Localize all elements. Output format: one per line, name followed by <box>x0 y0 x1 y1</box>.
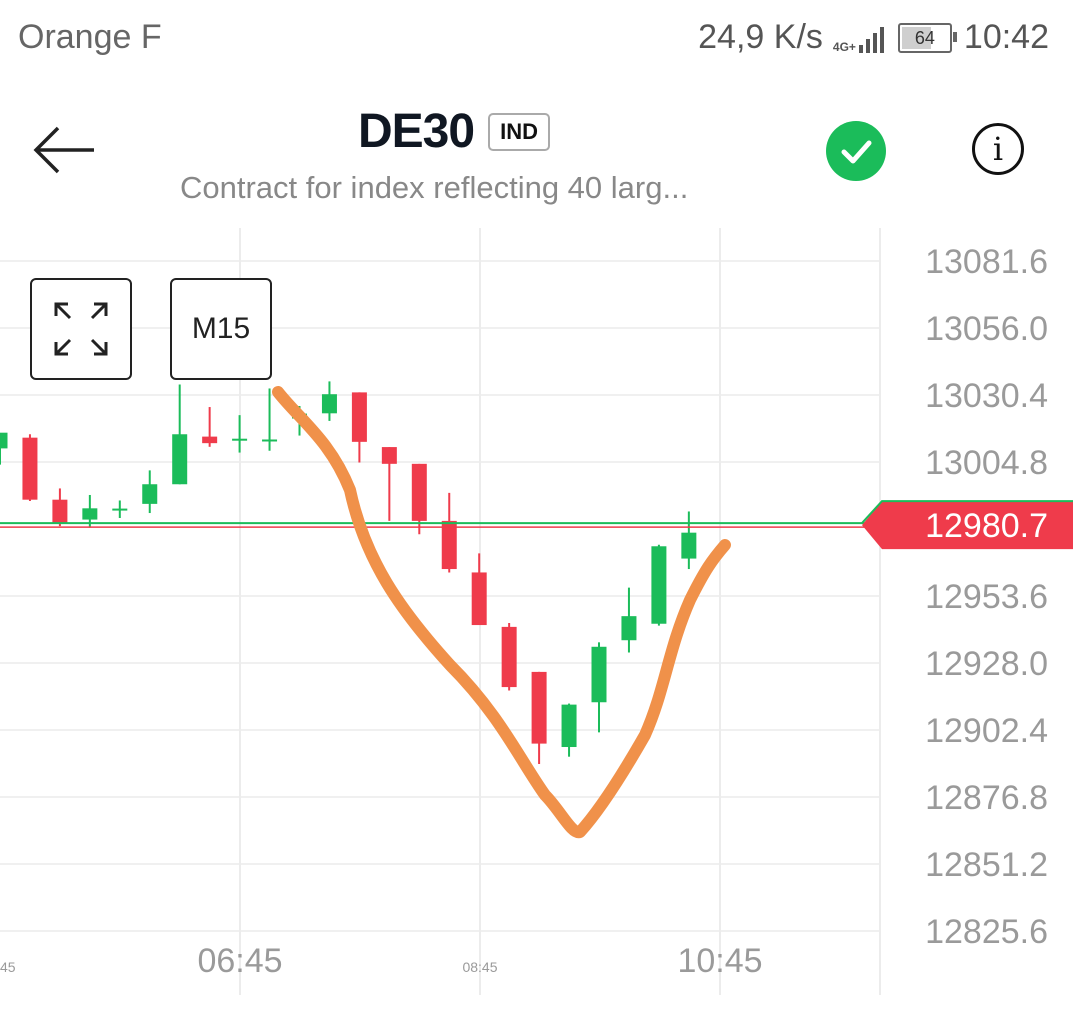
candle-body <box>22 437 38 500</box>
candle-body <box>561 704 577 748</box>
instrument-description: Contract for index reflecting 40 larg... <box>180 170 689 205</box>
candle-body <box>681 532 697 559</box>
y-tick-label: 13004.8 <box>925 444 1048 482</box>
candle-body <box>411 463 427 521</box>
candle-body <box>202 436 218 444</box>
y-tick-label: 13056.0 <box>925 310 1048 348</box>
candle-body <box>321 394 337 414</box>
candle-body <box>651 546 667 624</box>
page-title: DE30 <box>358 105 475 158</box>
candle-body <box>591 646 607 703</box>
back-arrow-icon <box>33 126 94 174</box>
y-tick-label: 12953.6 <box>925 578 1048 616</box>
y-tick-label: 13081.6 <box>925 243 1048 281</box>
candle-body <box>441 520 457 570</box>
candle-body <box>501 626 517 688</box>
candle-body <box>142 484 158 504</box>
x-tick-label: 08:45 <box>462 959 497 975</box>
candle-body <box>381 447 397 464</box>
candle-body <box>232 438 248 441</box>
status-bar: Orange F 24,9 K/s 4G+ 64 10:42 <box>0 0 1073 76</box>
instrument-type-badge: IND <box>488 112 550 151</box>
timeframe-button[interactable]: M15 <box>170 278 272 380</box>
candle-body <box>82 508 98 520</box>
fullscreen-button[interactable] <box>30 278 132 380</box>
x-tick-label: 06:45 <box>197 942 282 980</box>
battery-level: 64 <box>914 27 935 48</box>
expand-icon <box>54 302 108 356</box>
candle-body <box>0 432 8 449</box>
y-tick-label: 13030.4 <box>925 377 1048 415</box>
candle-body <box>262 439 278 442</box>
signal-icon: 4G+ <box>833 23 884 53</box>
y-tick-label: 12825.6 <box>925 913 1048 951</box>
back-button[interactable] <box>30 120 100 180</box>
info-button[interactable]: i <box>972 123 1024 175</box>
current-price-label: 12980.7 <box>925 507 1048 545</box>
price-chart[interactable]: 13081.6 13056.0 13030.4 13004.8 12953.6 12928… <box>0 228 1073 1010</box>
clock: 10:42 <box>963 18 1049 56</box>
x-tick-label: 45 <box>0 959 16 975</box>
candle-body <box>621 616 637 641</box>
candle-body <box>531 671 547 744</box>
candle-body <box>52 499 68 523</box>
carrier-name: Orange F <box>18 18 162 56</box>
y-tick-label: 12902.4 <box>925 712 1048 750</box>
candle-body <box>112 508 128 511</box>
market-open-check-icon <box>826 121 886 181</box>
y-tick-label: 12851.2 <box>925 846 1048 884</box>
x-tick-label: 10:45 <box>677 942 762 980</box>
y-tick-label: 12928.0 <box>925 645 1048 683</box>
instrument-header: DE30 IND <box>358 104 550 159</box>
battery-icon: 64 <box>897 22 957 53</box>
candle-body <box>351 392 367 442</box>
candle-body <box>471 572 487 626</box>
candle-body <box>172 434 188 485</box>
y-tick-label: 12876.8 <box>925 779 1048 817</box>
network-speed: 24,9 K/s <box>698 18 823 56</box>
network-type: 4G+ <box>832 39 856 54</box>
status-indicators: 24,9 K/s 4G+ 64 10:42 <box>698 18 1049 57</box>
